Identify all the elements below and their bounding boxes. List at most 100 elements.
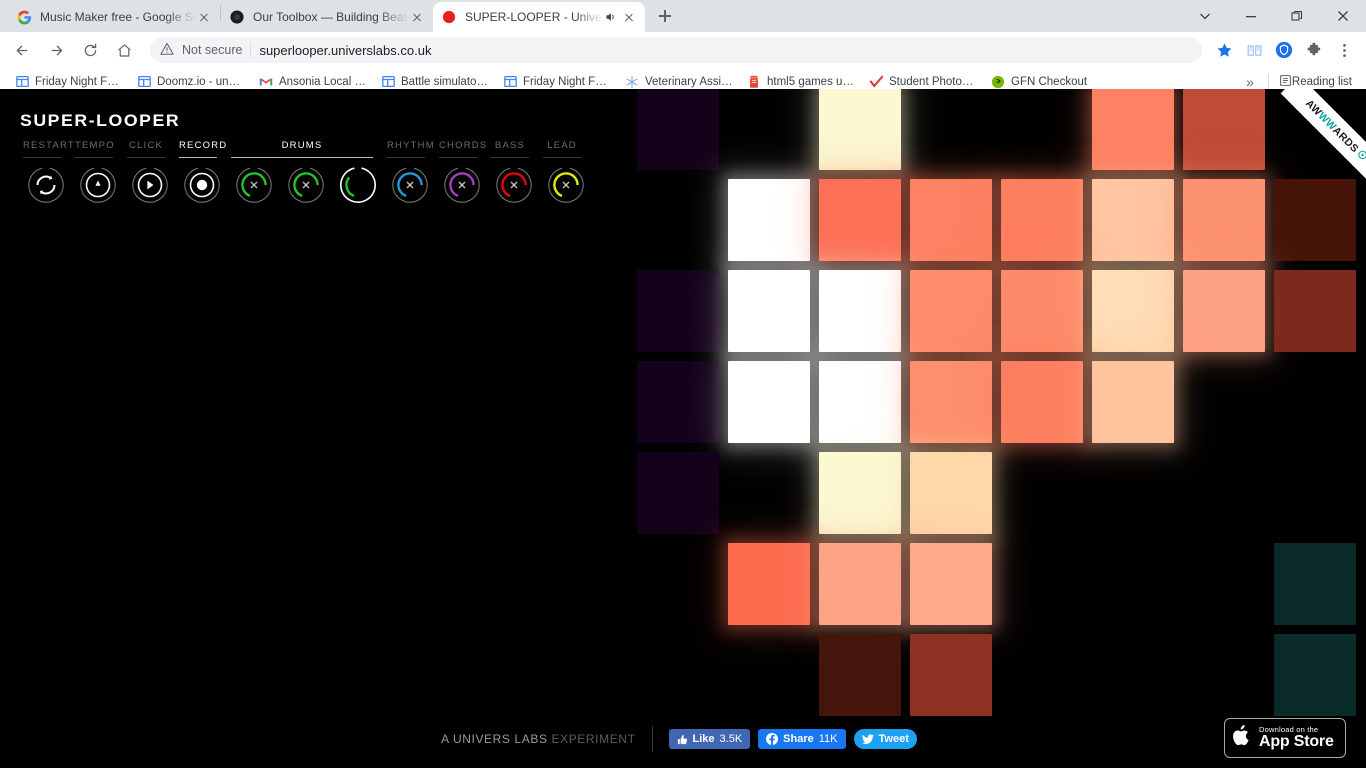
facebook-like-label: Like	[692, 733, 715, 745]
track-knob-lead[interactable]	[547, 166, 585, 204]
pad-cell[interactable]	[910, 452, 992, 534]
pad-cell[interactable]	[1274, 634, 1356, 716]
pad-cell[interactable]	[1274, 179, 1356, 261]
pad-cell[interactable]	[1274, 543, 1356, 625]
pad-cell[interactable]	[728, 179, 810, 261]
pad-cell[interactable]	[1092, 179, 1174, 261]
footer-divider	[651, 726, 653, 752]
reload-icon[interactable]	[76, 36, 104, 64]
facebook-like-count: 3.5K	[719, 733, 743, 745]
facebook-share-count: 11K	[818, 733, 838, 745]
browser-tab-1[interactable]: Our Toolbox — Building Beats	[221, 2, 433, 32]
pad-cell[interactable]	[910, 179, 992, 261]
pad-cell[interactable]	[1092, 89, 1174, 170]
track-knob-drums[interactable]	[287, 166, 325, 204]
pad-cell[interactable]	[637, 452, 719, 534]
puzzle-piece-icon[interactable]	[1300, 36, 1328, 64]
pad-cell[interactable]	[819, 89, 901, 170]
pad-cell[interactable]	[819, 179, 901, 261]
three-dot-menu-icon[interactable]	[1330, 36, 1358, 64]
track-label-underline	[179, 157, 217, 158]
close-icon[interactable]	[409, 9, 425, 25]
pad-cell[interactable]	[1274, 270, 1356, 352]
close-icon[interactable]	[196, 9, 212, 25]
transport-knob-restart[interactable]	[27, 166, 65, 204]
pad-cell[interactable]	[819, 361, 901, 443]
star-icon[interactable]	[1210, 36, 1238, 64]
track-label-lead[interactable]: LEAD	[543, 140, 581, 151]
facebook-share-button[interactable]: Share 11K	[758, 729, 846, 749]
pad-cell[interactable]	[910, 361, 992, 443]
pad-cell[interactable]	[728, 270, 810, 352]
track-label-chords[interactable]: CHORDS	[439, 140, 486, 151]
facebook-like-button[interactable]: Like 3.5K	[668, 729, 751, 749]
pad-cell[interactable]	[728, 361, 810, 443]
tweet-button[interactable]: Tweet	[853, 729, 917, 749]
tab-audio-playing-icon[interactable]	[603, 10, 617, 24]
forward-arrow-icon[interactable]	[42, 36, 70, 64]
pad-cell[interactable]	[1001, 361, 1083, 443]
pad-cell[interactable]	[1183, 89, 1265, 170]
pad-cell[interactable]	[637, 361, 719, 443]
security-status-text: Not secure	[182, 43, 243, 57]
tab-search-chevron-icon[interactable]	[1182, 0, 1228, 32]
track-label-restart[interactable]: RESTART	[23, 140, 74, 151]
track-knob-drums[interactable]	[235, 166, 273, 204]
thumbs-up-icon	[677, 734, 688, 745]
track-label-drums[interactable]: DRUMS	[231, 140, 373, 151]
home-icon[interactable]	[110, 36, 138, 64]
track-knob-chords[interactable]	[443, 166, 481, 204]
new-tab-button[interactable]	[651, 2, 679, 30]
track-label-click[interactable]: CLICK	[127, 140, 165, 151]
window-controls	[1182, 0, 1366, 32]
track-knob-drums[interactable]	[339, 166, 377, 204]
pad-cell[interactable]	[819, 452, 901, 534]
tab-title: Music Maker free - Google Search	[40, 10, 196, 24]
back-arrow-icon[interactable]	[8, 36, 36, 64]
pad-cell[interactable]	[637, 89, 719, 170]
pad-cell[interactable]	[1092, 361, 1174, 443]
track-label-underline	[23, 157, 61, 158]
window-icon	[14, 74, 30, 90]
close-icon[interactable]	[621, 9, 637, 25]
pad-cell[interactable]	[1183, 179, 1265, 261]
reading-mode-icon[interactable]	[1240, 36, 1268, 64]
tab-strip: Music Maker free - Google Search Our Too…	[0, 0, 1366, 32]
transport-knob-record[interactable]	[183, 166, 221, 204]
pad-cell[interactable]	[637, 270, 719, 352]
browser-toolbar: Not secure superlooper.universlabs.co.uk	[0, 32, 1366, 68]
pad-cell[interactable]	[1001, 179, 1083, 261]
app-store-button[interactable]: Download on the App Store	[1224, 718, 1346, 758]
pad-cell[interactable]	[819, 634, 901, 716]
track-label-record[interactable]: RECORD	[179, 140, 226, 151]
page-footer: A UNIVERS LABS EXPERIMENT Like 3.5K Shar…	[0, 710, 1366, 768]
pad-cell[interactable]	[819, 270, 901, 352]
track-label-tempo[interactable]: TEMPO	[75, 140, 114, 151]
app-store-small-label: Download on the	[1259, 724, 1319, 734]
pad-cell[interactable]	[910, 634, 992, 716]
track-label-rhythm[interactable]: RHYTHM	[387, 140, 434, 151]
pad-cell[interactable]	[1183, 270, 1265, 352]
track-knob-rhythm[interactable]	[391, 166, 429, 204]
track-label-bass[interactable]: BASS	[491, 140, 529, 151]
pad-cell[interactable]	[1001, 270, 1083, 352]
track-label-underline	[543, 157, 581, 158]
browser-tab-0[interactable]: Music Maker free - Google Search	[8, 2, 220, 32]
pad-cell[interactable]	[819, 543, 901, 625]
shield-icon[interactable]	[1270, 36, 1298, 64]
maximize-button[interactable]	[1274, 0, 1320, 32]
track-knob-bass[interactable]	[495, 166, 533, 204]
pad-grid[interactable]	[637, 89, 1366, 724]
transport-knob-click[interactable]	[131, 166, 169, 204]
app-store-big-label: App Store	[1259, 733, 1334, 751]
address-bar[interactable]: Not secure superlooper.universlabs.co.uk	[150, 37, 1202, 63]
pad-cell[interactable]	[910, 543, 992, 625]
browser-tab-2[interactable]: SUPER-LOOPER - Univers Lab	[433, 2, 645, 32]
transport-knob-tempo[interactable]	[79, 166, 117, 204]
bookmarks-overflow-button[interactable]: »	[1236, 74, 1264, 90]
pad-cell[interactable]	[728, 543, 810, 625]
pad-cell[interactable]	[1092, 270, 1174, 352]
minimize-button[interactable]	[1228, 0, 1274, 32]
close-window-button[interactable]	[1320, 0, 1366, 32]
pad-cell[interactable]	[910, 270, 992, 352]
